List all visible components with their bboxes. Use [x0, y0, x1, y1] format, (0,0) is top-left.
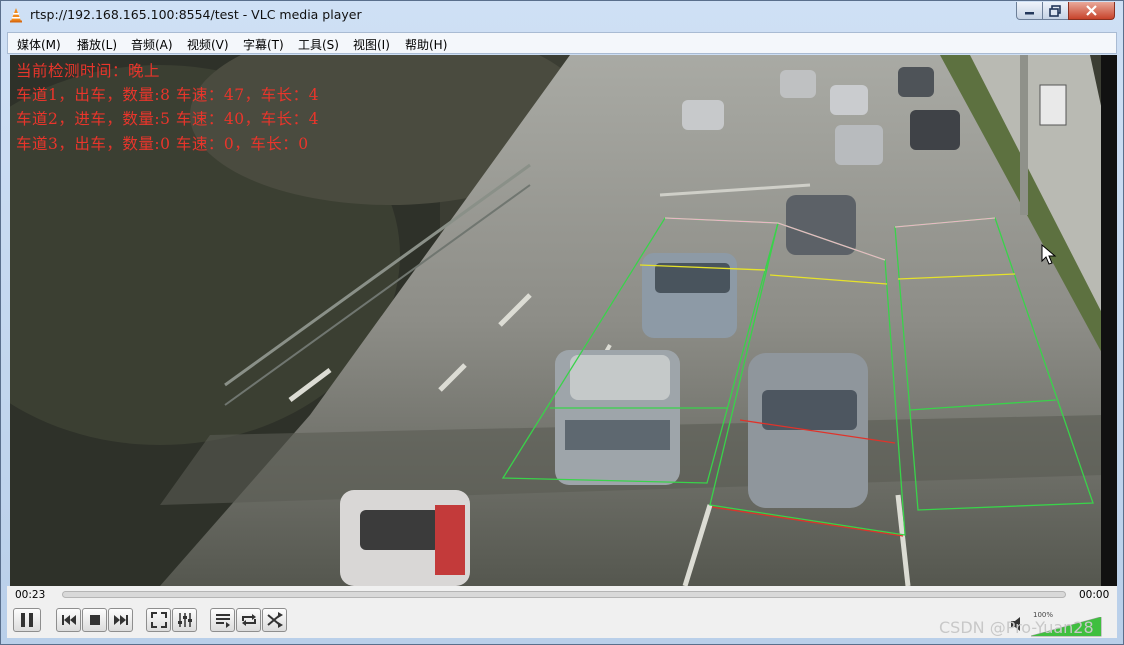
restore-button[interactable]: [1042, 2, 1069, 20]
menu-bar: 媒体(M) 播放(L) 音频(A) 视频(V) 字幕(T) 工具(S) 视图(I…: [7, 32, 1117, 54]
menu-tools[interactable]: 工具(S): [298, 36, 339, 53]
menu-view[interactable]: 视图(I): [353, 36, 390, 53]
shuffle-icon: [266, 612, 283, 628]
pause-icon: [21, 613, 33, 627]
video-right-border: [1101, 55, 1117, 586]
car-silver-lane1: [555, 350, 680, 485]
next-button[interactable]: [108, 608, 133, 632]
car-white-bottom-left: [340, 490, 470, 586]
shuffle-button[interactable]: [262, 608, 287, 632]
minimize-icon: [1025, 12, 1034, 15]
total-time: 00:00: [1079, 589, 1110, 601]
menu-media[interactable]: 媒体(M): [17, 36, 61, 53]
title-bar[interactable]: rtsp://192.168.165.100:8554/test - VLC m…: [1, 1, 1123, 30]
extended-settings-button[interactable]: [172, 608, 197, 632]
vlc-cone-icon: [10, 8, 22, 23]
loop-button[interactable]: [236, 608, 261, 632]
menu-help[interactable]: 帮助(H): [405, 36, 447, 53]
overlay-lane1: 车道1，出车，数量:8 车速：47，车长：4: [16, 86, 319, 104]
fullscreen-icon: [150, 612, 167, 628]
menu-audio[interactable]: 音频(A): [131, 36, 173, 53]
playlist-button[interactable]: [210, 608, 235, 632]
seek-bar[interactable]: [62, 591, 1066, 598]
stop-button[interactable]: [82, 608, 107, 632]
skip-next-icon: [113, 615, 128, 625]
video-area[interactable]: 当前检测时间：晚上 车道1，出车，数量:8 车速：47，车长：4 车道2，进车，…: [10, 55, 1103, 586]
restore-icon: [1049, 5, 1061, 17]
mouse-cursor-icon: [1041, 244, 1057, 265]
fullscreen-button[interactable]: [146, 608, 171, 632]
pause-button[interactable]: [13, 608, 41, 632]
overlay-lane2: 车道2，进车，数量:5 车速：40，车长：4: [16, 110, 319, 128]
playlist-icon: [215, 614, 230, 628]
close-icon: [1086, 5, 1097, 16]
overlay-detect-time: 当前检测时间：晚上: [16, 62, 161, 80]
window-title: rtsp://192.168.165.100:8554/test - VLC m…: [30, 7, 362, 22]
previous-button[interactable]: [56, 608, 81, 632]
menu-playback[interactable]: 播放(L): [77, 36, 117, 53]
menu-video[interactable]: 视频(V): [187, 36, 229, 53]
close-button[interactable]: [1068, 2, 1115, 20]
menu-subtitle[interactable]: 字幕(T): [243, 36, 284, 53]
equalizer-icon: [177, 613, 192, 627]
stop-icon: [89, 615, 100, 625]
loop-icon: [241, 614, 256, 626]
elapsed-time: 00:23: [15, 589, 46, 601]
vlc-window: rtsp://192.168.165.100:8554/test - VLC m…: [0, 0, 1124, 645]
skip-previous-icon: [61, 615, 76, 625]
minimize-button[interactable]: [1016, 2, 1043, 20]
watermark-text: CSDN @Pro-Yuan28: [939, 618, 1094, 637]
overlay-lane3: 车道3，出车，数量:0 车速：0，车长：0: [16, 135, 309, 153]
